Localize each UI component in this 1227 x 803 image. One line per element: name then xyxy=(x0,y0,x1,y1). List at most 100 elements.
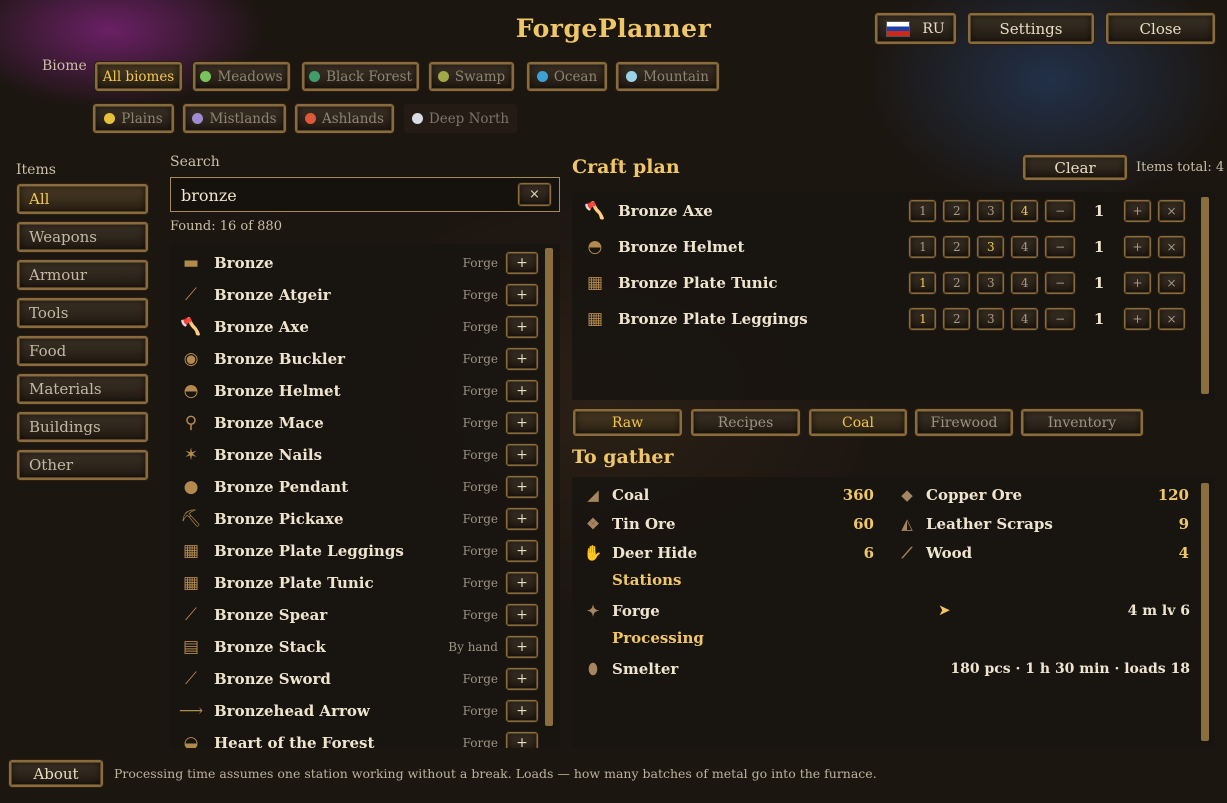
add-item-button[interactable]: + xyxy=(505,443,539,467)
category-buildings[interactable]: Buildings xyxy=(16,411,149,443)
item-station: Forge xyxy=(462,384,498,398)
biome-option-ashlands[interactable]: Ashlands xyxy=(294,103,395,134)
item-row[interactable]: ⛏ Bronze Pickaxe Forge + xyxy=(178,504,539,534)
item-row[interactable]: ⟋ Bronze Spear Forge + xyxy=(178,600,539,630)
level-3-button[interactable]: 3 xyxy=(976,307,1006,331)
add-item-button[interactable]: + xyxy=(505,635,539,659)
item-row[interactable]: ▤ Bronze Stack By hand + xyxy=(178,632,539,662)
level-3-button[interactable]: 3 xyxy=(976,199,1006,223)
about-button[interactable]: About xyxy=(8,759,104,788)
level-2-button[interactable]: 2 xyxy=(942,271,972,295)
add-item-button[interactable]: + xyxy=(505,603,539,627)
level-2-button[interactable]: 2 xyxy=(942,199,972,223)
search-input[interactable] xyxy=(181,184,501,206)
level-3-button[interactable]: 3 xyxy=(976,271,1006,295)
biome-option-label: Swamp xyxy=(454,68,506,85)
decrease-quantity-button[interactable]: − xyxy=(1044,199,1077,223)
category-tools[interactable]: Tools xyxy=(16,297,149,329)
decrease-quantity-button[interactable]: − xyxy=(1044,307,1077,331)
biome-option-mountain[interactable]: Mountain xyxy=(615,61,720,92)
level-2-button[interactable]: 2 xyxy=(942,307,972,331)
increase-quantity-button[interactable]: + xyxy=(1123,307,1153,331)
add-item-button[interactable]: + xyxy=(505,571,539,595)
remove-item-button[interactable]: × xyxy=(1157,271,1187,295)
category-materials[interactable]: Materials xyxy=(16,373,149,405)
search-clear-button[interactable]: × xyxy=(517,182,552,207)
close-button[interactable]: Close xyxy=(1105,12,1216,45)
level-4-button[interactable]: 4 xyxy=(1010,307,1040,331)
biome-option-deep-north: Deep North xyxy=(404,104,517,133)
biome-option-plains[interactable]: Plains xyxy=(92,103,175,134)
biome-option-swamp[interactable]: Swamp xyxy=(428,61,515,92)
increase-quantity-button[interactable]: + xyxy=(1123,271,1153,295)
items-list-scrollbar[interactable] xyxy=(545,248,553,726)
remove-item-button[interactable]: × xyxy=(1157,199,1187,223)
item-row[interactable]: ⟋ Bronze Sword Forge + xyxy=(178,664,539,694)
add-item-button[interactable]: + xyxy=(505,731,539,748)
item-row[interactable]: ⟋ Bronze Atgeir Forge + xyxy=(178,280,539,310)
category-all[interactable]: All xyxy=(16,183,149,215)
remove-item-button[interactable]: × xyxy=(1157,307,1187,331)
item-row[interactable]: ⟶ Bronzehead Arrow Forge + xyxy=(178,696,539,726)
biome-option-label: Mistlands xyxy=(209,110,277,127)
item-row[interactable]: 🪓 Bronze Axe Forge + xyxy=(178,312,539,342)
category-armour[interactable]: Armour xyxy=(16,259,149,291)
category-weapons[interactable]: Weapons xyxy=(16,221,149,253)
add-item-button[interactable]: + xyxy=(505,315,539,339)
level-3-button[interactable]: 3 xyxy=(976,235,1006,259)
add-item-button[interactable]: + xyxy=(505,347,539,371)
item-row[interactable]: ◓ Bronze Helmet Forge + xyxy=(178,376,539,406)
craft-plan-scrollbar[interactable] xyxy=(1201,197,1209,394)
decrease-quantity-button[interactable]: − xyxy=(1044,235,1077,259)
item-row[interactable]: ◒ Heart of the Forest Forge + xyxy=(178,728,539,748)
item-row[interactable]: ▬ Bronze Forge + xyxy=(178,248,539,278)
add-item-button[interactable]: + xyxy=(505,507,539,531)
decrease-quantity-button[interactable]: − xyxy=(1044,271,1077,295)
settings-button[interactable]: Settings xyxy=(967,12,1095,45)
biome-option-mistlands[interactable]: Mistlands xyxy=(182,103,287,134)
biome-option-meadows[interactable]: Meadows xyxy=(192,61,291,92)
remove-item-button[interactable]: × xyxy=(1157,235,1187,259)
add-item-button[interactable]: + xyxy=(505,699,539,723)
gather-detail-row: ✦ Forge 4 m lv 6 xyxy=(582,598,1192,624)
item-row[interactable]: ● Bronze Pendant Forge + xyxy=(178,472,539,502)
clear-plan-button[interactable]: Clear xyxy=(1022,154,1128,181)
item-row[interactable]: ▦ Bronze Plate Leggings Forge + xyxy=(178,536,539,566)
add-item-button[interactable]: + xyxy=(505,475,539,499)
craft-plan-item-name: Bronze Plate Leggings xyxy=(617,310,808,328)
item-name: Bronze Nails xyxy=(214,446,323,464)
tab-coal[interactable]: Coal xyxy=(808,408,908,437)
level-2-button[interactable]: 2 xyxy=(942,235,972,259)
item-name: Bronze Stack xyxy=(214,638,326,656)
item-row[interactable]: ⚲ Bronze Mace Forge + xyxy=(178,408,539,438)
add-item-button[interactable]: + xyxy=(505,251,539,275)
category-other[interactable]: Other xyxy=(16,449,149,481)
increase-quantity-button[interactable]: + xyxy=(1123,235,1153,259)
biome-option-ocean[interactable]: Ocean xyxy=(526,61,608,92)
item-row[interactable]: ✶ Bronze Nails Forge + xyxy=(178,440,539,470)
item-row[interactable]: ▦ Bronze Plate Tunic Forge + xyxy=(178,568,539,598)
add-item-button[interactable]: + xyxy=(505,379,539,403)
tab-inventory[interactable]: Inventory xyxy=(1020,408,1144,437)
add-item-button[interactable]: + xyxy=(505,539,539,563)
level-4-button[interactable]: 4 xyxy=(1010,235,1040,259)
level-4-button[interactable]: 4 xyxy=(1010,271,1040,295)
item-row[interactable]: ◉ Bronze Buckler Forge + xyxy=(178,344,539,374)
level-1-button[interactable]: 1 xyxy=(908,271,938,295)
biome-option-all-biomes[interactable]: All biomes xyxy=(94,61,183,92)
add-item-button[interactable]: + xyxy=(505,411,539,435)
level-1-button[interactable]: 1 xyxy=(908,307,938,331)
add-item-button[interactable]: + xyxy=(505,283,539,307)
language-button[interactable]: RU xyxy=(874,12,957,45)
biome-option-black-forest[interactable]: Black Forest xyxy=(301,61,420,92)
level-4-button[interactable]: 4 xyxy=(1010,199,1040,223)
gather-scrollbar[interactable] xyxy=(1201,483,1209,741)
increase-quantity-button[interactable]: + xyxy=(1123,199,1153,223)
level-1-button[interactable]: 1 xyxy=(908,199,938,223)
tab-recipes[interactable]: Recipes xyxy=(690,408,801,437)
level-1-button[interactable]: 1 xyxy=(908,235,938,259)
tab-raw[interactable]: Raw xyxy=(572,408,683,437)
category-food[interactable]: Food xyxy=(16,335,149,367)
add-item-button[interactable]: + xyxy=(505,667,539,691)
tab-firewood[interactable]: Firewood xyxy=(914,408,1014,437)
